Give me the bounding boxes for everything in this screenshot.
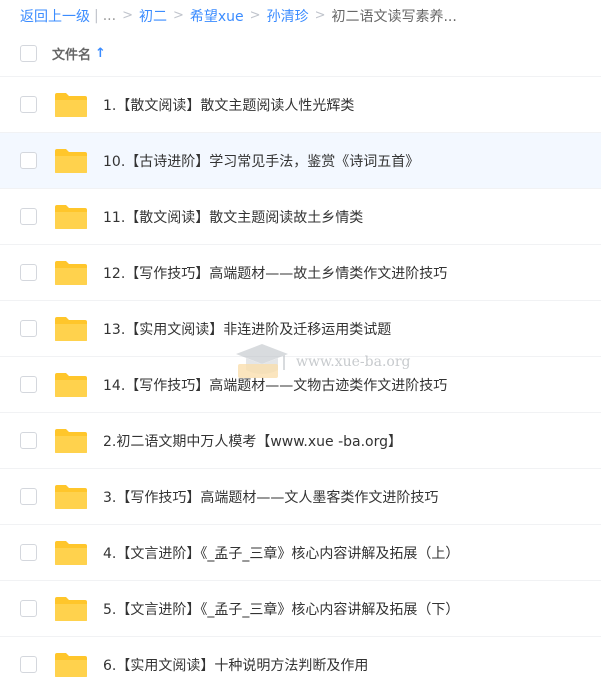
file-name[interactable]: 6.【实用文阅读】十种说明方法判断及作用 — [103, 655, 368, 675]
breadcrumb-item[interactable]: 初二 — [139, 6, 167, 26]
file-name[interactable]: 13.【实用文阅读】非连进阶及迁移运用类试题 — [103, 319, 391, 339]
folder-icon — [55, 484, 87, 509]
folder-icon — [55, 540, 87, 565]
file-row[interactable]: 4.【文言进阶】《_孟子_三章》核心内容讲解及拓展（上） — [0, 525, 601, 581]
file-name[interactable]: 5.【文言进阶】《_孟子_三章》核心内容讲解及拓展（下） — [103, 599, 459, 619]
file-row[interactable]: 13.【实用文阅读】非连进阶及迁移运用类试题 — [0, 301, 601, 357]
breadcrumb: 返回上一级 | ... > 初二 > 希望xue > 孙清珍 > 初二语文读写素… — [0, 0, 601, 31]
folder-icon — [55, 148, 87, 173]
row-checkbox[interactable] — [20, 600, 37, 617]
file-list: 1.【散文阅读】散文主题阅读人性光辉类 10.【古诗进阶】学习常见手法，鉴赏《诗词… — [0, 77, 601, 686]
column-header-filename[interactable]: 文件名 — [52, 44, 91, 63]
file-row[interactable]: 11.【散文阅读】散文主题阅读故土乡情类 — [0, 189, 601, 245]
select-all-checkbox[interactable] — [20, 45, 37, 62]
file-name[interactable]: 4.【文言进阶】《_孟子_三章》核心内容讲解及拓展（上） — [103, 543, 459, 563]
chevron-right-icon: > — [122, 8, 133, 23]
row-checkbox[interactable] — [20, 488, 37, 505]
folder-icon — [55, 652, 87, 677]
row-checkbox[interactable] — [20, 96, 37, 113]
row-checkbox[interactable] — [20, 656, 37, 673]
row-checkbox[interactable] — [20, 432, 37, 449]
folder-icon — [55, 372, 87, 397]
file-row[interactable]: 14.【写作技巧】高端题材——文物古迹类作文进阶技巧 — [0, 357, 601, 413]
chevron-right-icon: > — [249, 8, 261, 23]
file-row[interactable]: 6.【实用文阅读】十种说明方法判断及作用 — [0, 637, 601, 686]
sort-ascending-icon[interactable]: ↑ — [95, 46, 106, 61]
file-row[interactable]: 12.【写作技巧】高端题材——故土乡情类作文进阶技巧 — [0, 245, 601, 301]
file-row[interactable]: 10.【古诗进阶】学习常见手法，鉴赏《诗词五首》 — [0, 133, 601, 189]
file-name[interactable]: 3.【写作技巧】高端题材——文人墨客类作文进阶技巧 — [103, 487, 438, 507]
folder-icon — [55, 596, 87, 621]
breadcrumb-ellipsis[interactable]: ... — [103, 8, 116, 24]
breadcrumb-divider: | — [94, 7, 99, 24]
row-checkbox[interactable] — [20, 544, 37, 561]
row-checkbox[interactable] — [20, 376, 37, 393]
file-name[interactable]: 10.【古诗进阶】学习常见手法，鉴赏《诗词五首》 — [103, 151, 419, 171]
file-name[interactable]: 1.【散文阅读】散文主题阅读人性光辉类 — [103, 95, 354, 115]
row-checkbox[interactable] — [20, 152, 37, 169]
folder-icon — [55, 428, 87, 453]
breadcrumb-item[interactable]: 孙清珍 — [267, 6, 309, 26]
folder-icon — [55, 92, 87, 117]
file-row[interactable]: 1.【散文阅读】散文主题阅读人性光辉类 — [0, 77, 601, 133]
chevron-right-icon: > — [314, 8, 326, 23]
row-checkbox[interactable] — [20, 264, 37, 281]
file-row[interactable]: 3.【写作技巧】高端题材——文人墨客类作文进阶技巧 — [0, 469, 601, 525]
row-checkbox[interactable] — [20, 320, 37, 337]
folder-icon — [55, 316, 87, 341]
row-checkbox[interactable] — [20, 208, 37, 225]
file-name[interactable]: 2.初二语文期中万人模考【www.xue -ba.org】 — [103, 431, 402, 451]
back-link[interactable]: 返回上一级 — [20, 6, 90, 26]
file-name[interactable]: 12.【写作技巧】高端题材——故土乡情类作文进阶技巧 — [103, 263, 447, 283]
folder-icon — [55, 260, 87, 285]
folder-icon — [55, 204, 87, 229]
file-name[interactable]: 14.【写作技巧】高端题材——文物古迹类作文进阶技巧 — [103, 375, 447, 395]
breadcrumb-current: 初二语文读写素养... — [331, 8, 457, 25]
chevron-right-icon: > — [172, 8, 184, 23]
file-row[interactable]: 2.初二语文期中万人模考【www.xue -ba.org】 — [0, 413, 601, 469]
breadcrumb-item[interactable]: 希望xue — [190, 6, 244, 26]
list-header: 文件名 ↑ — [0, 31, 601, 77]
file-row[interactable]: 5.【文言进阶】《_孟子_三章》核心内容讲解及拓展（下） — [0, 581, 601, 637]
file-name[interactable]: 11.【散文阅读】散文主题阅读故土乡情类 — [103, 207, 363, 227]
